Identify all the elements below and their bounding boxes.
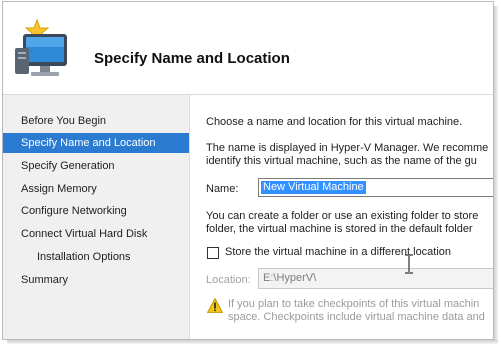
description-line-1: The name is displayed in Hyper-V Manager… [206,142,489,154]
nav-item-specify-name-and-location[interactable]: Specify Name and Location [3,133,189,153]
window-shadow-right [494,6,498,340]
window-shadow-bottom [7,340,498,344]
folder-info-line-2: folder, the virtual machine is stored in… [206,223,473,235]
wizard-header: Specify Name and Location [3,2,493,94]
location-input[interactable]: E:\HyperV\ [258,268,493,289]
wizard-window: Specify Name and Location Before You Beg… [2,1,494,340]
warning-line-1: If you plan to take checkpoints of this … [228,298,480,310]
nav-item-assign-memory[interactable]: Assign Memory [3,179,189,199]
intro-text: Choose a name and location for this virt… [206,116,463,128]
store-different-location-label[interactable]: Store the virtual machine in a different… [225,246,451,258]
wizard-content: Choose a name and location for this virt… [190,95,493,339]
warning-line-2: space. Checkpoints include virtual machi… [228,311,485,323]
store-different-location-checkbox[interactable] [207,247,219,259]
nav-item-summary[interactable]: Summary [3,270,189,290]
wizard-steps-nav: Before You Begin Specify Name and Locati… [3,95,190,339]
description-line-2: identify this virtual machine, such as t… [206,155,477,167]
nav-item-installation-options[interactable]: Installation Options [3,247,189,267]
nav-item-configure-networking[interactable]: Configure Networking [3,201,189,221]
location-label: Location: [206,274,251,286]
nav-item-specify-generation[interactable]: Specify Generation [3,156,189,176]
nav-item-before-you-begin[interactable]: Before You Begin [3,111,189,131]
warning-icon [207,298,223,313]
name-label: Name: [206,183,239,195]
folder-info-line-1: You can create a folder or use an existi… [206,210,479,222]
nav-item-connect-virtual-hard-disk[interactable]: Connect Virtual Hard Disk [3,224,189,244]
name-input[interactable]: New Virtual Machine [258,178,493,197]
text-cursor-icon [405,254,413,274]
virtual-machine-wizard-icon [15,18,67,76]
page-title: Specify Name and Location [94,50,290,67]
name-input-value: New Virtual Machine [261,181,366,194]
